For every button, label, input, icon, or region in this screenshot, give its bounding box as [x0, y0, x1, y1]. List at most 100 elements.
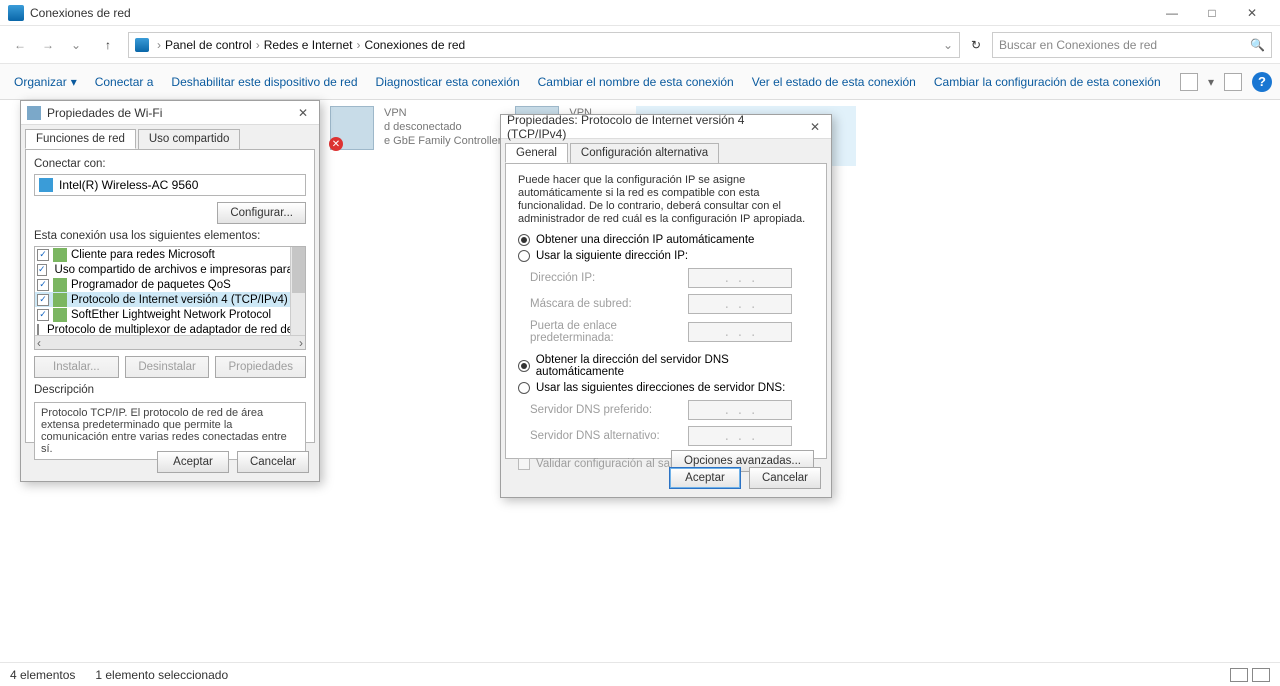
crumb-control-panel[interactable]: Panel de control: [165, 38, 252, 52]
gateway-label: Puerta de enlace predeterminada:: [530, 320, 688, 344]
properties-button[interactable]: Propiedades: [215, 356, 306, 378]
maximize-button[interactable]: □: [1192, 1, 1232, 25]
element-row[interactable]: ✓ Uso compartido de archivos e impresoras…: [35, 262, 305, 277]
back-button[interactable]: ←: [8, 33, 32, 57]
tab-network-functions[interactable]: Funciones de red: [25, 129, 136, 149]
validate-label: Validar configuración al salir: [536, 458, 679, 470]
preview-pane-button[interactable]: [1224, 73, 1242, 91]
help-button[interactable]: ?: [1252, 72, 1272, 92]
crumb-network-internet[interactable]: Redes e Internet: [264, 38, 353, 52]
tcpip-properties-dialog: Propiedades: Protocolo de Internet versi…: [500, 114, 832, 498]
element-checkbox[interactable]: ✓: [37, 294, 49, 306]
adapter-icon: [39, 178, 53, 192]
tab-sharing[interactable]: Uso compartido: [138, 129, 241, 149]
ip-auto-label: Obtener una dirección IP automáticamente: [536, 234, 754, 246]
scrollbar-thumb[interactable]: [292, 247, 305, 293]
install-button[interactable]: Instalar...: [34, 356, 119, 378]
tcpip-ok-button[interactable]: Aceptar: [669, 467, 741, 489]
element-checkbox[interactable]: ✓: [37, 309, 49, 321]
disconnected-x-icon: ✕: [329, 137, 343, 151]
wifi-properties-dialog: Propiedades de Wi-Fi ✕ Funciones de red …: [20, 100, 320, 482]
subnet-mask-label: Máscara de subred:: [530, 298, 688, 310]
search-placeholder: Buscar en Conexiones de red: [999, 38, 1157, 52]
radio-ip-auto[interactable]: [518, 234, 530, 246]
wifi-tabs: Funciones de red Uso compartido: [21, 125, 319, 149]
protocol-icon: [53, 248, 67, 262]
crumb-connections[interactable]: Conexiones de red: [364, 38, 465, 52]
element-row[interactable]: ✓ Programador de paquetes QoS: [35, 277, 305, 292]
network-icon: [135, 38, 149, 52]
wifi-ok-button[interactable]: Aceptar: [157, 451, 229, 473]
element-label: Protocolo de Internet versión 4 (TCP/IPv…: [71, 294, 288, 306]
cmd-change-config[interactable]: Cambiar la configuración de esta conexió…: [928, 64, 1167, 99]
wifi-close-button[interactable]: ✕: [293, 106, 313, 120]
configure-button[interactable]: Configurar...: [217, 202, 306, 224]
search-input[interactable]: Buscar en Conexiones de red 🔍: [992, 32, 1272, 58]
ip-address-field: . . .: [688, 268, 792, 288]
vpn-remnant: VPN: [384, 106, 501, 120]
cmd-disable-device[interactable]: Deshabilitar este dispositivo de red: [165, 64, 363, 99]
wifi-dialog-titlebar[interactable]: Propiedades de Wi-Fi ✕: [21, 101, 319, 125]
command-bar: Organizar▾ Conectar a Deshabilitar este …: [0, 64, 1280, 100]
radio-dns-manual[interactable]: [518, 382, 530, 394]
dns-alt-label: Servidor DNS alternativo:: [530, 430, 688, 442]
wifi-icon: [27, 106, 41, 120]
elements-hscroll[interactable]: ‹›: [35, 335, 305, 349]
view-mode-button[interactable]: [1180, 73, 1198, 91]
element-label: Protocolo de multiplexor de adaptador de…: [47, 324, 306, 336]
validate-checkbox: [518, 458, 530, 470]
element-row[interactable]: ✓ Protocolo de Internet versión 4 (TCP/IP…: [35, 292, 305, 307]
tcpip-dialog-title: Propiedades: Protocolo de Internet versi…: [507, 113, 805, 141]
close-button[interactable]: ✕: [1232, 1, 1272, 25]
connect-with-label: Conectar con:: [34, 158, 306, 170]
address-bar[interactable]: › Panel de control › Redes e Internet › …: [128, 32, 960, 58]
tab-alt-config[interactable]: Configuración alternativa: [570, 143, 719, 163]
protocol-icon: [53, 278, 67, 292]
large-icons-view-icon[interactable]: [1252, 668, 1270, 682]
tcpip-panel: Puede hacer que la configuración IP se a…: [505, 163, 827, 459]
dns-auto-label: Obtener la dirección del servidor DNS au…: [536, 354, 814, 378]
dns-pref-label: Servidor DNS preferido:: [530, 404, 688, 416]
cmd-view-status[interactable]: Ver el estado de esta conexión: [746, 64, 922, 99]
up-button[interactable]: ↑: [96, 33, 120, 57]
recent-dropdown[interactable]: ⌄: [64, 33, 88, 57]
element-checkbox[interactable]: [37, 324, 39, 336]
element-label: SoftEther Lightweight Network Protocol: [71, 309, 271, 321]
tab-general[interactable]: General: [505, 143, 568, 163]
element-row[interactable]: ✓Cliente para redes Microsoft: [35, 247, 305, 262]
elements-list[interactable]: ✓Cliente para redes Microsoft✓Uso compar…: [34, 246, 306, 350]
view-dropdown-icon[interactable]: ▾: [1208, 75, 1214, 89]
cmd-rename[interactable]: Cambiar el nombre de esta conexión: [532, 64, 740, 99]
wifi-cancel-button[interactable]: Cancelar: [237, 451, 309, 473]
element-row[interactable]: ✓ SoftEther Lightweight Network Protocol: [35, 307, 305, 322]
search-icon: 🔍: [1250, 38, 1265, 52]
wifi-tab-panel: Conectar con: Intel(R) Wireless-AC 9560 …: [25, 149, 315, 443]
content-area: ✕ VPN d desconectado e GbE Family Contro…: [0, 100, 1280, 662]
uninstall-button[interactable]: Desinstalar: [125, 356, 210, 378]
details-view-icon[interactable]: [1230, 668, 1248, 682]
eth-status-text: d desconectado: [384, 120, 501, 134]
element-checkbox[interactable]: ✓: [37, 279, 49, 291]
titlebar: Conexiones de red — □ ✕: [0, 0, 1280, 26]
radio-ip-manual[interactable]: [518, 250, 530, 262]
minimize-button[interactable]: —: [1152, 1, 1192, 25]
adapter-name: Intel(R) Wireless-AC 9560: [59, 178, 198, 192]
element-label: Uso compartido de archivos e impresoras …: [55, 264, 306, 276]
tcpip-dialog-titlebar[interactable]: Propiedades: Protocolo de Internet versi…: [501, 115, 831, 139]
element-checkbox[interactable]: ✓: [37, 249, 49, 261]
element-checkbox[interactable]: ✓: [37, 264, 47, 276]
cmd-diagnose[interactable]: Diagnosticar esta conexión: [370, 64, 526, 99]
forward-button[interactable]: →: [36, 33, 60, 57]
addr-dropdown-icon[interactable]: ⌄: [943, 38, 953, 52]
elements-scrollbar[interactable]: [290, 247, 305, 335]
refresh-button[interactable]: ↻: [964, 33, 988, 57]
cmd-connect-to[interactable]: Conectar a: [89, 64, 160, 99]
wifi-dialog-title: Propiedades de Wi-Fi: [47, 106, 162, 120]
element-label: Programador de paquetes QoS: [71, 279, 231, 291]
subnet-mask-field: . . .: [688, 294, 792, 314]
cmd-organize[interactable]: Organizar▾: [8, 64, 83, 99]
tcpip-cancel-button[interactable]: Cancelar: [749, 467, 821, 489]
radio-dns-auto[interactable]: [518, 360, 530, 372]
network-connections-icon: [8, 5, 24, 21]
tcpip-close-button[interactable]: ✕: [805, 120, 825, 134]
